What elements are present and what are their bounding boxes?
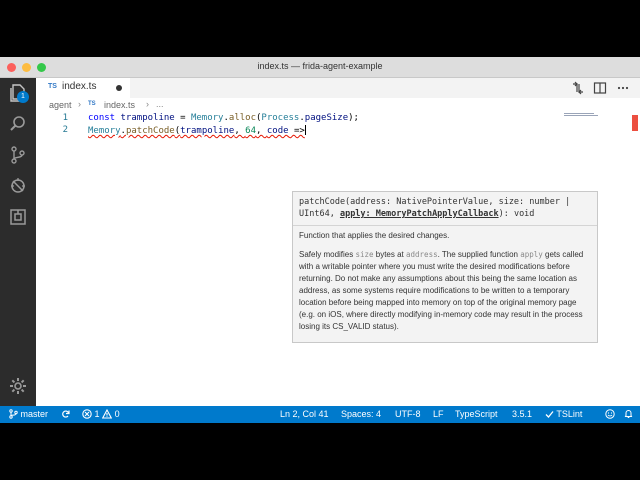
branch-name: master: [20, 409, 49, 419]
source-control-button[interactable]: [8, 145, 28, 165]
tslint-status[interactable]: TSLint: [545, 409, 582, 419]
doc-summary: Function that applies the desired change…: [299, 231, 450, 240]
breadcrumb-file[interactable]: index.ts: [104, 100, 135, 110]
notifications-button[interactable]: [624, 409, 633, 419]
breadcrumb-separator: ›: [78, 99, 81, 109]
check-icon: [545, 411, 554, 418]
unsaved-dot-icon[interactable]: [116, 85, 122, 91]
explorer-badge: 1: [17, 91, 29, 103]
line-number: 1: [62, 113, 68, 123]
punctuation: ,: [234, 126, 246, 136]
problems-indicator[interactable]: 1 0: [82, 409, 120, 419]
breadcrumb-folder[interactable]: agent: [49, 100, 72, 110]
branch-indicator[interactable]: master: [9, 409, 48, 419]
property: pageSize: [304, 113, 349, 123]
function-name: patchCode: [125, 126, 175, 136]
compare-changes-button[interactable]: [571, 81, 585, 95]
breadcrumb-separator: ›: [146, 99, 149, 109]
language-mode[interactable]: TypeScript: [455, 409, 498, 419]
punctuation: );: [348, 113, 359, 123]
line-number: 2: [62, 125, 68, 135]
breadcrumb-symbols[interactable]: ...: [156, 99, 164, 109]
indentation[interactable]: Spaces: 4: [341, 409, 381, 419]
extensions-icon: [10, 209, 26, 225]
identifier: code: [266, 126, 289, 136]
search-icon: [10, 116, 25, 131]
title-bar: index.ts — frida-agent-example: [0, 57, 640, 78]
typescript-version[interactable]: 3.5.1: [512, 409, 532, 419]
bell-icon: [624, 410, 633, 418]
git-branch-icon: [9, 409, 18, 419]
doc-text: Safely modifies: [299, 250, 356, 259]
warning-count: 0: [114, 409, 120, 419]
inline-code: apply: [520, 250, 543, 259]
identifier: trampoline: [180, 126, 235, 136]
signature-text: ): void: [498, 209, 535, 219]
minimap[interactable]: [564, 113, 600, 116]
window-title: index.ts — frida-agent-example: [257, 61, 383, 71]
typescript-file-icon: TS: [48, 83, 57, 90]
cursor-position[interactable]: Ln 2, Col 41: [280, 409, 329, 419]
status-bar: master 1 0 Ln 2, Col 41 Spaces: 4 UTF-8 …: [0, 406, 640, 423]
inline-code: address: [406, 250, 438, 259]
doc-description: Safely modifies size bytes at address. T…: [299, 249, 591, 333]
split-editor-icon: [593, 82, 607, 94]
operator: =>: [288, 126, 305, 136]
debug-icon: [11, 178, 25, 193]
source-control-icon: [11, 146, 25, 164]
hover-tooltip: patchCode(address: NativePointerValue, s…: [292, 191, 598, 343]
code-line-2[interactable]: Memory.patchCode(trampoline, 64, code =>: [88, 125, 306, 136]
search-button[interactable]: [8, 114, 28, 134]
editor-tab-bar: TS index.ts: [36, 78, 640, 98]
encoding[interactable]: UTF-8: [395, 409, 421, 419]
more-actions-icon: [617, 86, 629, 90]
settings-gear-icon: [10, 378, 26, 394]
more-actions-button[interactable]: [616, 81, 630, 95]
typescript-file-icon: TS: [88, 101, 96, 107]
sync-button[interactable]: [61, 409, 70, 419]
text-cursor: [304, 125, 306, 135]
identifier: trampoline: [120, 113, 175, 123]
doc-text: gets called with a writable pointer wher…: [299, 250, 584, 331]
identifier: Memory: [190, 113, 224, 123]
code-editor[interactable]: 1 2 const trampoline = Memory.alloc(Proc…: [36, 113, 640, 406]
extensions-button[interactable]: [8, 207, 28, 227]
identifier: Process: [261, 113, 300, 123]
number-literal: 64: [245, 126, 257, 136]
activity-bar: 1: [0, 78, 36, 406]
identifier: Memory: [88, 126, 121, 136]
tab-index-ts[interactable]: TS index.ts: [36, 78, 130, 98]
debug-button[interactable]: [8, 176, 28, 196]
linter-name: TSLint: [556, 409, 583, 419]
doc-text: bytes at: [373, 250, 406, 259]
error-count: 1: [94, 409, 100, 419]
function-name: alloc: [228, 113, 256, 123]
vscode-window: index.ts — frida-agent-example 1 TS inde…: [0, 57, 640, 423]
signature: patchCode(address: NativePointerValue, s…: [293, 192, 597, 226]
inline-code: size: [355, 250, 374, 259]
operator: =: [174, 113, 191, 123]
smiley-icon: [605, 409, 615, 419]
doc-text: . The supplied function: [437, 250, 521, 259]
sync-icon: [62, 410, 70, 418]
error-icon: [82, 409, 92, 419]
punctuation: ,: [256, 126, 267, 136]
compare-changes-icon: [573, 81, 583, 95]
documentation: Function that applies the desired change…: [293, 226, 597, 344]
code-line-1[interactable]: const trampoline = Memory.alloc(Process.…: [88, 113, 359, 123]
feedback-button[interactable]: [605, 409, 615, 419]
overview-ruler-error-marker[interactable]: [632, 115, 638, 131]
tab-label: index.ts: [62, 81, 97, 92]
warning-icon: [102, 409, 113, 419]
end-of-line[interactable]: LF: [433, 409, 444, 419]
active-parameter: apply: MemoryPatchApplyCallback: [339, 209, 499, 219]
keyword: const: [88, 113, 116, 123]
breadcrumb: agent › TS index.ts › ...: [36, 98, 640, 113]
manage-button[interactable]: [8, 376, 28, 396]
split-editor-button[interactable]: [593, 81, 607, 95]
